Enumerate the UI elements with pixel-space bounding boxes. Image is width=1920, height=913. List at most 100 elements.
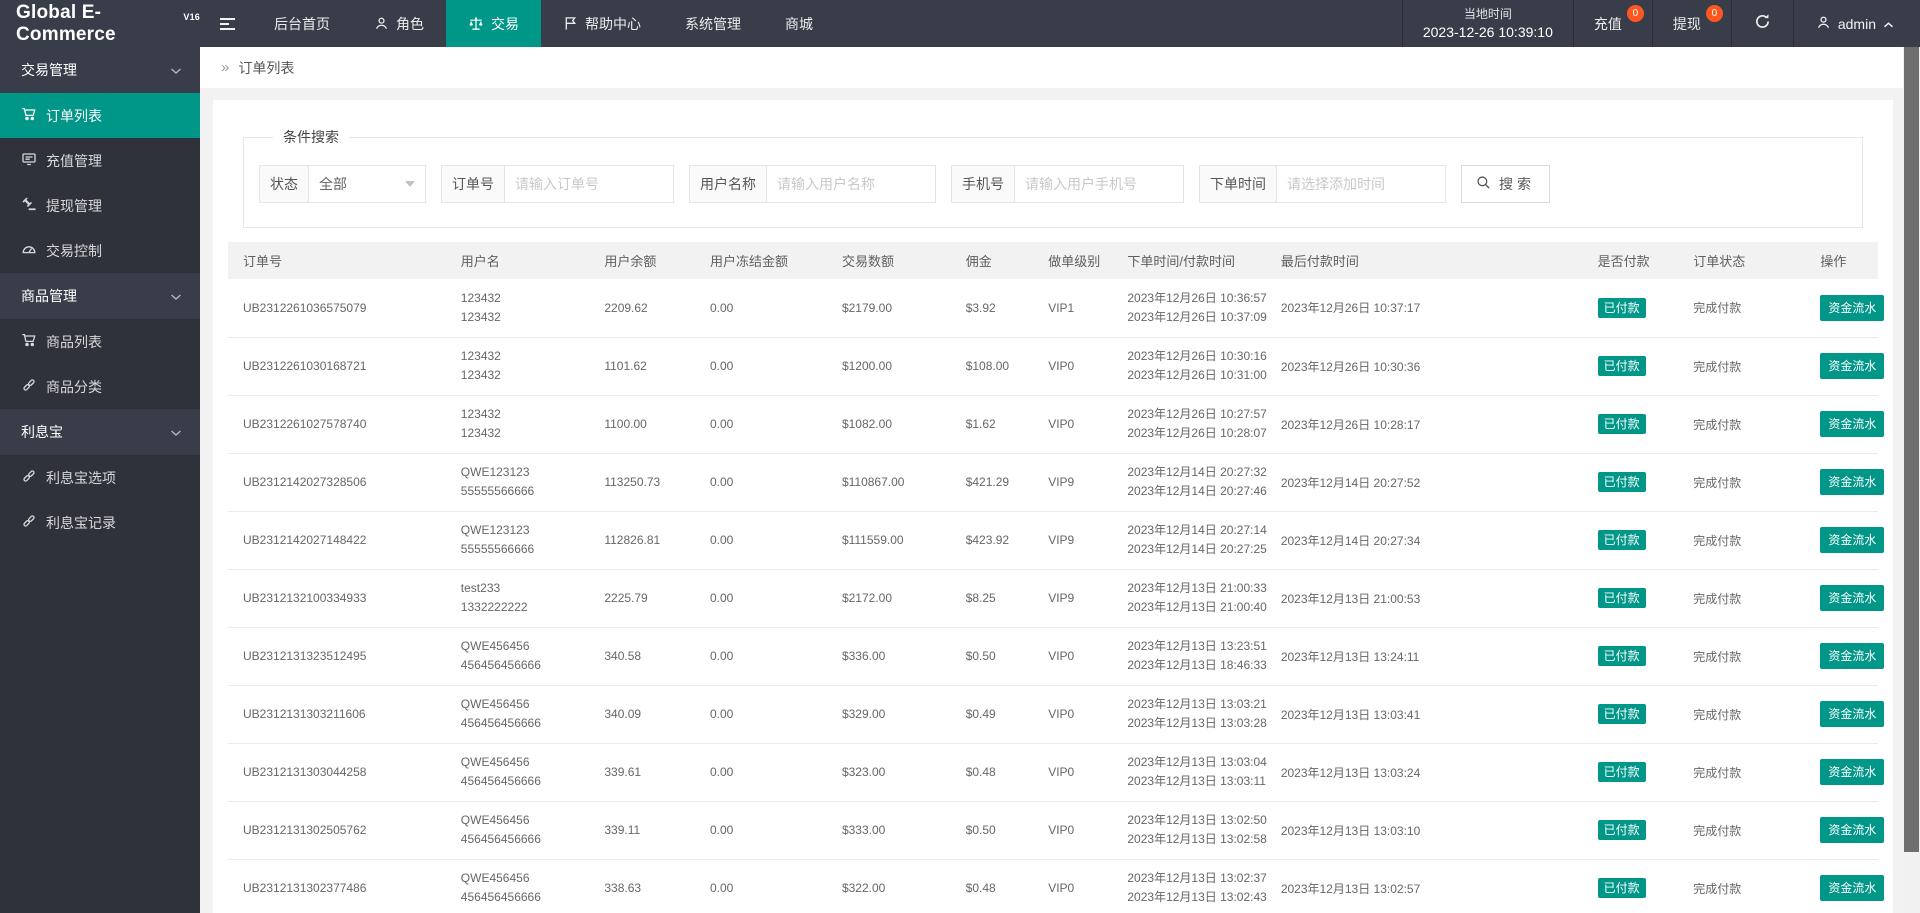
cell-username: QWE456456 456456456666 [445, 743, 590, 802]
local-time: 当地时间 2023-12-26 10:39:10 [1401, 0, 1573, 47]
hamburger-menu-icon[interactable] [200, 0, 252, 47]
cell-frozen: 0.00 [694, 801, 827, 860]
sidebar-item-recharge-management[interactable]: 充值管理 [0, 138, 200, 183]
fund-flow-button[interactable]: 资金流水 [1820, 759, 1885, 785]
col-order-no: 订单号 [228, 242, 446, 279]
withdraw-button[interactable]: 提现 0 [1651, 0, 1731, 47]
sidebar-group-interest-treasure[interactable]: 利息宝 [0, 409, 200, 455]
sidebar-item-product-list[interactable]: 商品列表 [0, 319, 200, 364]
cell-order-no: UB2312131303211606 [228, 685, 446, 744]
col-paid-status: 是否付款 [1582, 242, 1679, 279]
nav-item-roles[interactable]: 角色 [352, 0, 446, 47]
fund-flow-button[interactable]: 资金流水 [1820, 353, 1885, 379]
fund-flow-button[interactable]: 资金流水 [1820, 411, 1885, 437]
sidebar-item-label: 商品列表 [46, 333, 102, 350]
nav-item-trade[interactable]: 交易 [446, 0, 541, 47]
cell-last-pay-time: 2023年12月13日 13:24:11 [1265, 627, 1583, 686]
cell-last-pay-time: 2023年12月13日 21:00:53 [1265, 569, 1583, 628]
order-status-text: 完成付款 [1693, 301, 1742, 316]
cell-paid-status: 已付款 [1582, 569, 1679, 628]
cell-balance: 2225.79 [589, 569, 695, 628]
cell-order-pay-time: 2023年12月14日 20:27:14 2023年12月14日 20:27:25 [1112, 511, 1267, 570]
sidebar-item-interest-records[interactable]: 利息宝记录 [0, 500, 200, 545]
cell-commission: $0.48 [950, 859, 1034, 913]
cell-order-pay-time: 2023年12月13日 21:00:33 2023年12月13日 21:00:40 [1112, 569, 1267, 628]
sidebar-item-order-list[interactable]: 订单列表 [0, 93, 200, 138]
sidebar-item-trade-control[interactable]: 交易控制 [0, 228, 200, 273]
page-scrollbar-track[interactable] [1903, 47, 1920, 913]
fund-flow-button[interactable]: 资金流水 [1820, 294, 1885, 321]
nav-item-dashboard[interactable]: 后台首页 [252, 0, 352, 47]
cell-frozen: 0.00 [694, 337, 827, 396]
sidebar-group-product-management[interactable]: 商品管理 [0, 273, 200, 319]
chevron-up-icon [1883, 16, 1894, 32]
fund-flow-button[interactable]: 资金流水 [1820, 585, 1885, 611]
table-row: UB2312131302377486 QWE456456 456456456666… [228, 859, 1885, 913]
withdraw-badge: 0 [1705, 5, 1723, 22]
phone-label: 手机号 [951, 165, 1014, 203]
cell-order-status: 完成付款 [1678, 859, 1806, 913]
cell-order-status: 完成付款 [1678, 569, 1806, 628]
fund-flow-button[interactable]: 资金流水 [1820, 469, 1885, 495]
page-scrollbar-thumb[interactable] [1904, 47, 1919, 852]
sidebar-item-interest-options[interactable]: 利息宝选项 [0, 455, 200, 500]
cell-paid-status: 已付款 [1582, 627, 1679, 686]
cell-frozen: 0.00 [694, 859, 827, 913]
phone-input[interactable] [1025, 176, 1173, 192]
cell-paid-status: 已付款 [1582, 453, 1679, 512]
cell-amount: $336.00 [826, 627, 951, 686]
fund-flow-button[interactable]: 资金流水 [1820, 643, 1885, 669]
sidebar-item-product-category[interactable]: 商品分类 [0, 364, 200, 409]
sidebar-item-withdraw-management[interactable]: 提现管理 [0, 183, 200, 228]
link-icon [21, 513, 37, 532]
cell-order-status: 完成付款 [1678, 627, 1806, 686]
cart-icon [21, 106, 37, 125]
nav-item-help-center[interactable]: 帮助中心 [541, 0, 663, 47]
user-name-input[interactable] [777, 176, 925, 192]
cell-frozen: 0.00 [694, 279, 827, 338]
order-status-text: 完成付款 [1693, 649, 1742, 664]
recharge-button[interactable]: 充值 0 [1572, 0, 1652, 47]
cell-vip-level: VIP9 [1033, 511, 1113, 570]
refresh-button[interactable] [1730, 0, 1793, 47]
sidebar-group-trade-management[interactable]: 交易管理 [0, 47, 200, 93]
order-no-label: 订单号 [441, 165, 504, 203]
order-no-input[interactable] [515, 176, 663, 192]
status-select[interactable]: 全部 [308, 165, 426, 203]
cell-order-no: UB2312142027148422 [228, 511, 446, 570]
cell-paid-status: 已付款 [1582, 279, 1679, 338]
nav-item-mall[interactable]: 商城 [763, 0, 835, 47]
cell-order-status: 完成付款 [1678, 685, 1806, 744]
nav-item-system[interactable]: 系统管理 [663, 0, 763, 47]
fund-flow-button[interactable]: 资金流水 [1820, 875, 1885, 901]
paid-badge: 已付款 [1597, 297, 1646, 318]
cell-commission: $0.50 [950, 801, 1034, 860]
table-header-row: 订单号 用户名 用户余额 用户冻结金额 交易数额 佣金 做单级别 下单时间/付款… [228, 242, 1878, 279]
cell-action: 资金流水 [1805, 743, 1885, 802]
col-vip-level: 做单级别 [1033, 242, 1113, 279]
order-time-input[interactable] [1287, 176, 1435, 192]
cell-balance: 2209.62 [589, 279, 695, 338]
order-no-filter: 订单号 [441, 165, 674, 203]
fund-flow-button[interactable]: 资金流水 [1820, 701, 1885, 727]
order-list-card: 条件搜索 状态 全部 订单号 用户名称 手 [213, 100, 1893, 913]
cell-commission: $8.25 [950, 569, 1034, 628]
table-row: UB2312131323512495 QWE456456 456456456666… [228, 627, 1885, 686]
cell-balance: 338.63 [589, 859, 695, 913]
col-frozen: 用户冻结金额 [694, 242, 827, 279]
cell-order-no: UB2312261027578740 [228, 395, 446, 454]
status-selected-value: 全部 [319, 176, 347, 192]
table-row: UB2312261027578740 123432 123432 1100.00 … [228, 395, 1885, 454]
order-time-label: 下单时间 [1199, 165, 1276, 203]
cell-commission: $0.48 [950, 743, 1034, 802]
user-icon [1816, 15, 1831, 33]
paid-badge: 已付款 [1597, 472, 1646, 492]
search-button[interactable]: 搜索 [1461, 165, 1550, 203]
user-menu[interactable]: admin [1792, 0, 1920, 47]
local-time-value: 2023-12-26 10:39:10 [1422, 24, 1553, 40]
cell-balance: 1101.62 [589, 337, 695, 396]
fund-flow-button[interactable]: 资金流水 [1820, 817, 1885, 843]
fund-flow-button[interactable]: 资金流水 [1820, 527, 1885, 553]
cell-action: 资金流水 [1805, 395, 1885, 454]
table-row: UB2312132100334933 test233 1332222222 222… [228, 569, 1885, 628]
